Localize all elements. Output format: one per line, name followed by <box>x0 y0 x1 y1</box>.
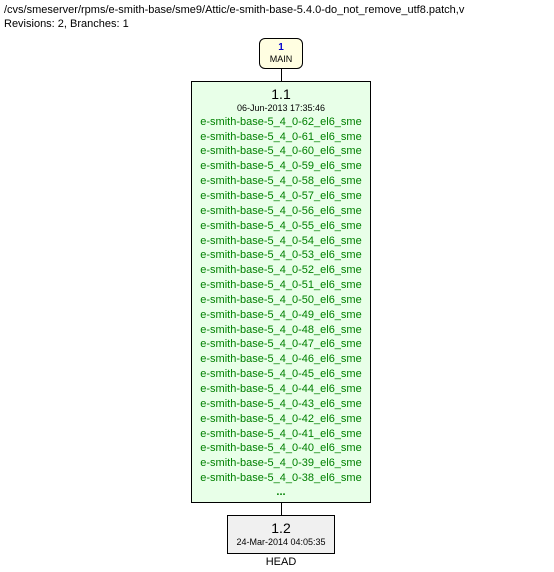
tag-item: e-smith-base-5_4_0-52_el6_sme <box>200 263 361 278</box>
revision-1-2-box[interactable]: 1.2 24-Mar-2014 04:05:35 <box>227 515 334 554</box>
revision-1-2-version: 1.2 <box>236 520 325 536</box>
tag-item: e-smith-base-5_4_0-41_el6_sme <box>200 427 361 442</box>
tag-item: e-smith-base-5_4_0-53_el6_sme <box>200 248 361 263</box>
tag-item: e-smith-base-5_4_0-54_el6_sme <box>200 234 361 249</box>
tag-item: e-smith-base-5_4_0-49_el6_sme <box>200 308 361 323</box>
tag-item: e-smith-base-5_4_0-38_el6_sme <box>200 471 361 486</box>
tag-item: e-smith-base-5_4_0-55_el6_sme <box>200 219 361 234</box>
repo-stats: Revisions: 2, Branches: 1 <box>4 18 554 30</box>
tag-item: e-smith-base-5_4_0-62_el6_sme <box>200 115 361 130</box>
tag-item: e-smith-base-5_4_0-42_el6_sme <box>200 412 361 427</box>
tag-item: e-smith-base-5_4_0-57_el6_sme <box>200 189 361 204</box>
tag-item: e-smith-base-5_4_0-61_el6_sme <box>200 130 361 145</box>
revision-1-1-version: 1.1 <box>200 86 361 102</box>
tag-item: e-smith-base-5_4_0-43_el6_sme <box>200 397 361 412</box>
revision-1-2-date: 24-Mar-2014 04:05:35 <box>236 537 325 547</box>
tag-item: e-smith-base-5_4_0-58_el6_sme <box>200 174 361 189</box>
tag-item: e-smith-base-5_4_0-45_el6_sme <box>200 367 361 382</box>
tag-item: e-smith-base-5_4_0-56_el6_sme <box>200 204 361 219</box>
tag-item: e-smith-base-5_4_0-59_el6_sme <box>200 159 361 174</box>
revision-diagram: 1 MAIN 1.1 06-Jun-2013 17:35:46 e-smith-… <box>4 38 554 568</box>
revision-1-1-box[interactable]: 1.1 06-Jun-2013 17:35:46 e-smith-base-5_… <box>191 81 370 503</box>
tag-item: e-smith-base-5_4_0-47_el6_sme <box>200 337 361 352</box>
tag-item: e-smith-base-5_4_0-50_el6_sme <box>200 293 361 308</box>
tags-ellipsis: ... <box>200 486 361 498</box>
revision-1-1-date: 06-Jun-2013 17:35:46 <box>200 103 361 113</box>
tag-item: e-smith-base-5_4_0-40_el6_sme <box>200 441 361 456</box>
connector-line <box>281 69 282 81</box>
tag-item: e-smith-base-5_4_0-51_el6_sme <box>200 278 361 293</box>
main-branch-badge[interactable]: 1 MAIN <box>259 38 304 69</box>
tag-item: e-smith-base-5_4_0-44_el6_sme <box>200 382 361 397</box>
tag-item: e-smith-base-5_4_0-60_el6_sme <box>200 144 361 159</box>
main-branch-number: 1 <box>270 42 293 54</box>
connector-line <box>281 503 282 515</box>
main-branch-label: MAIN <box>270 54 293 65</box>
revision-1-1-tags: e-smith-base-5_4_0-62_el6_smee-smith-bas… <box>200 115 361 486</box>
tag-item: e-smith-base-5_4_0-39_el6_sme <box>200 456 361 471</box>
tag-item: e-smith-base-5_4_0-46_el6_sme <box>200 352 361 367</box>
tag-item: e-smith-base-5_4_0-48_el6_sme <box>200 323 361 338</box>
head-label: HEAD <box>266 556 297 568</box>
repo-path: /cvs/smeserver/rpms/e-smith-base/sme9/At… <box>4 4 554 16</box>
